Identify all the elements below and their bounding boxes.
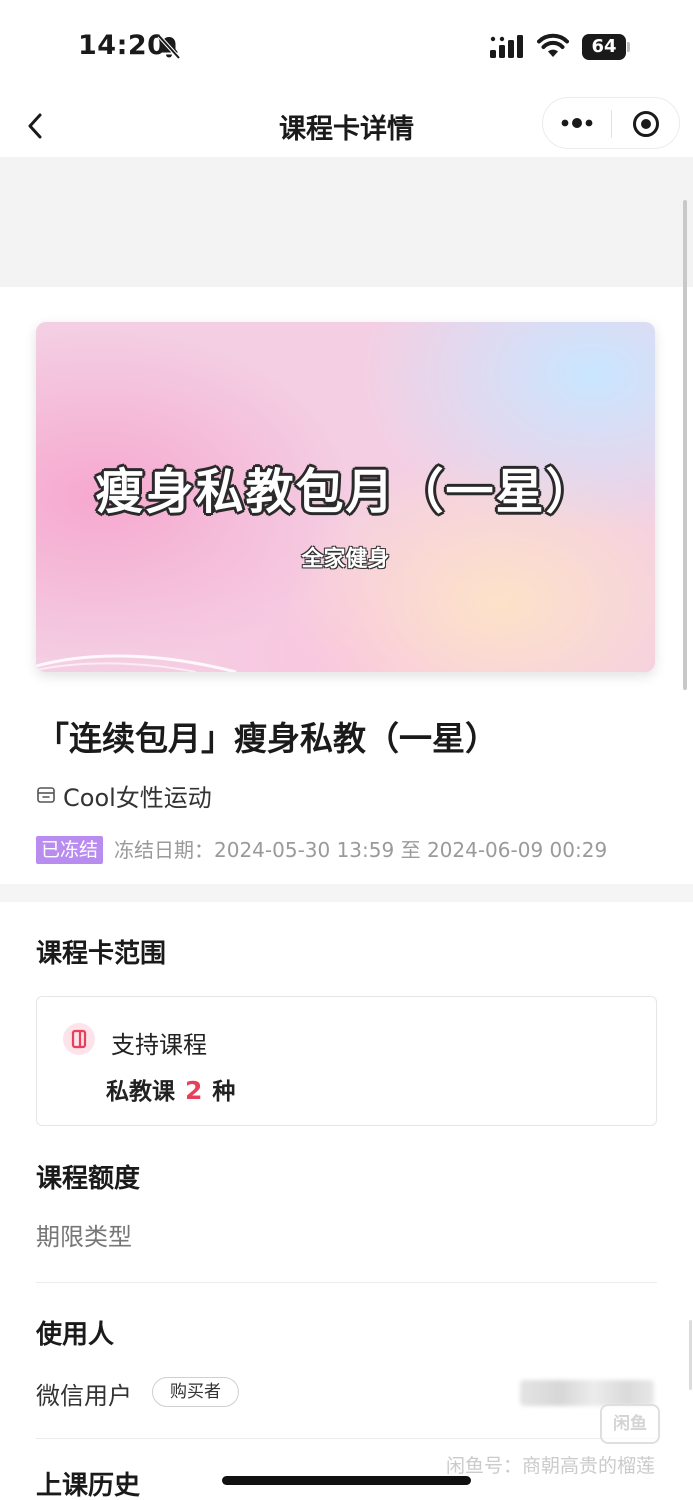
header-spacer bbox=[0, 157, 693, 287]
history-section-title: 上课历史 bbox=[36, 1471, 141, 1500]
nav-bar: 课程卡详情 bbox=[0, 95, 693, 157]
divider bbox=[36, 1282, 657, 1283]
close-miniprogram-icon[interactable] bbox=[631, 109, 661, 139]
quota-type-label: 期限类型 bbox=[36, 1223, 132, 1251]
scrollbar[interactable] bbox=[683, 200, 687, 690]
home-indicator[interactable] bbox=[222, 1476, 471, 1485]
battery-level: 64 bbox=[582, 34, 626, 60]
users-section-title: 使用人 bbox=[36, 1320, 115, 1350]
frozen-status-badge: 已冻结 bbox=[36, 836, 104, 864]
quota-section-title: 课程额度 bbox=[36, 1164, 141, 1194]
course-banner-image: 瘦身私教包月（一星） 全家健身 bbox=[36, 322, 655, 672]
status-bar: 14:20 64 bbox=[0, 0, 693, 95]
scope-card: 支持课程 私教课 2 种 bbox=[36, 996, 657, 1126]
scrollbar-secondary bbox=[689, 1320, 692, 1390]
course-icon bbox=[63, 1023, 95, 1055]
course-title: 「连续包月」瘦身私教（一星） bbox=[36, 719, 498, 758]
capsule-divider bbox=[611, 110, 612, 138]
section-separator bbox=[0, 884, 693, 902]
course-count-value: 2 bbox=[185, 1076, 203, 1105]
freeze-date-range: 冻结日期：2024-05-30 13:59 至 2024-06-09 00:29 bbox=[114, 838, 608, 862]
banner-subtitle: 全家健身 bbox=[301, 547, 390, 572]
blurred-user-id bbox=[520, 1380, 654, 1406]
watermark-logo: 闲鱼 bbox=[600, 1404, 660, 1444]
cellular-signal-icon bbox=[490, 35, 523, 58]
bell-muted-icon bbox=[157, 34, 181, 60]
scope-section-title: 课程卡范围 bbox=[36, 939, 167, 969]
course-card-glyph-icon bbox=[71, 1029, 87, 1049]
banner-title: 瘦身私教包月（一星） bbox=[95, 464, 596, 520]
private-course-count: 私教课 2 种 bbox=[106, 1072, 235, 1106]
battery-indicator: 64 bbox=[582, 34, 630, 60]
miniprogram-capsule bbox=[542, 97, 680, 149]
status-time: 14:20 bbox=[78, 30, 167, 61]
store-icon bbox=[37, 787, 55, 803]
watermark-text: 闲鱼号：商朝高贵的榴莲 bbox=[446, 1455, 656, 1477]
course-type-label: 私教课 bbox=[106, 1079, 175, 1105]
more-dots-icon[interactable] bbox=[559, 111, 595, 135]
battery-tip bbox=[627, 42, 630, 52]
user-name: 微信用户 bbox=[36, 1382, 132, 1410]
store-name: Cool女性运动 bbox=[63, 784, 212, 812]
course-count-unit: 种 bbox=[212, 1079, 236, 1105]
banner-swoosh-decoration bbox=[36, 654, 237, 672]
buyer-tag: 购买者 bbox=[152, 1377, 239, 1407]
supported-courses-label: 支持课程 bbox=[111, 1031, 207, 1059]
wifi-icon bbox=[537, 33, 569, 57]
divider bbox=[36, 1438, 657, 1439]
